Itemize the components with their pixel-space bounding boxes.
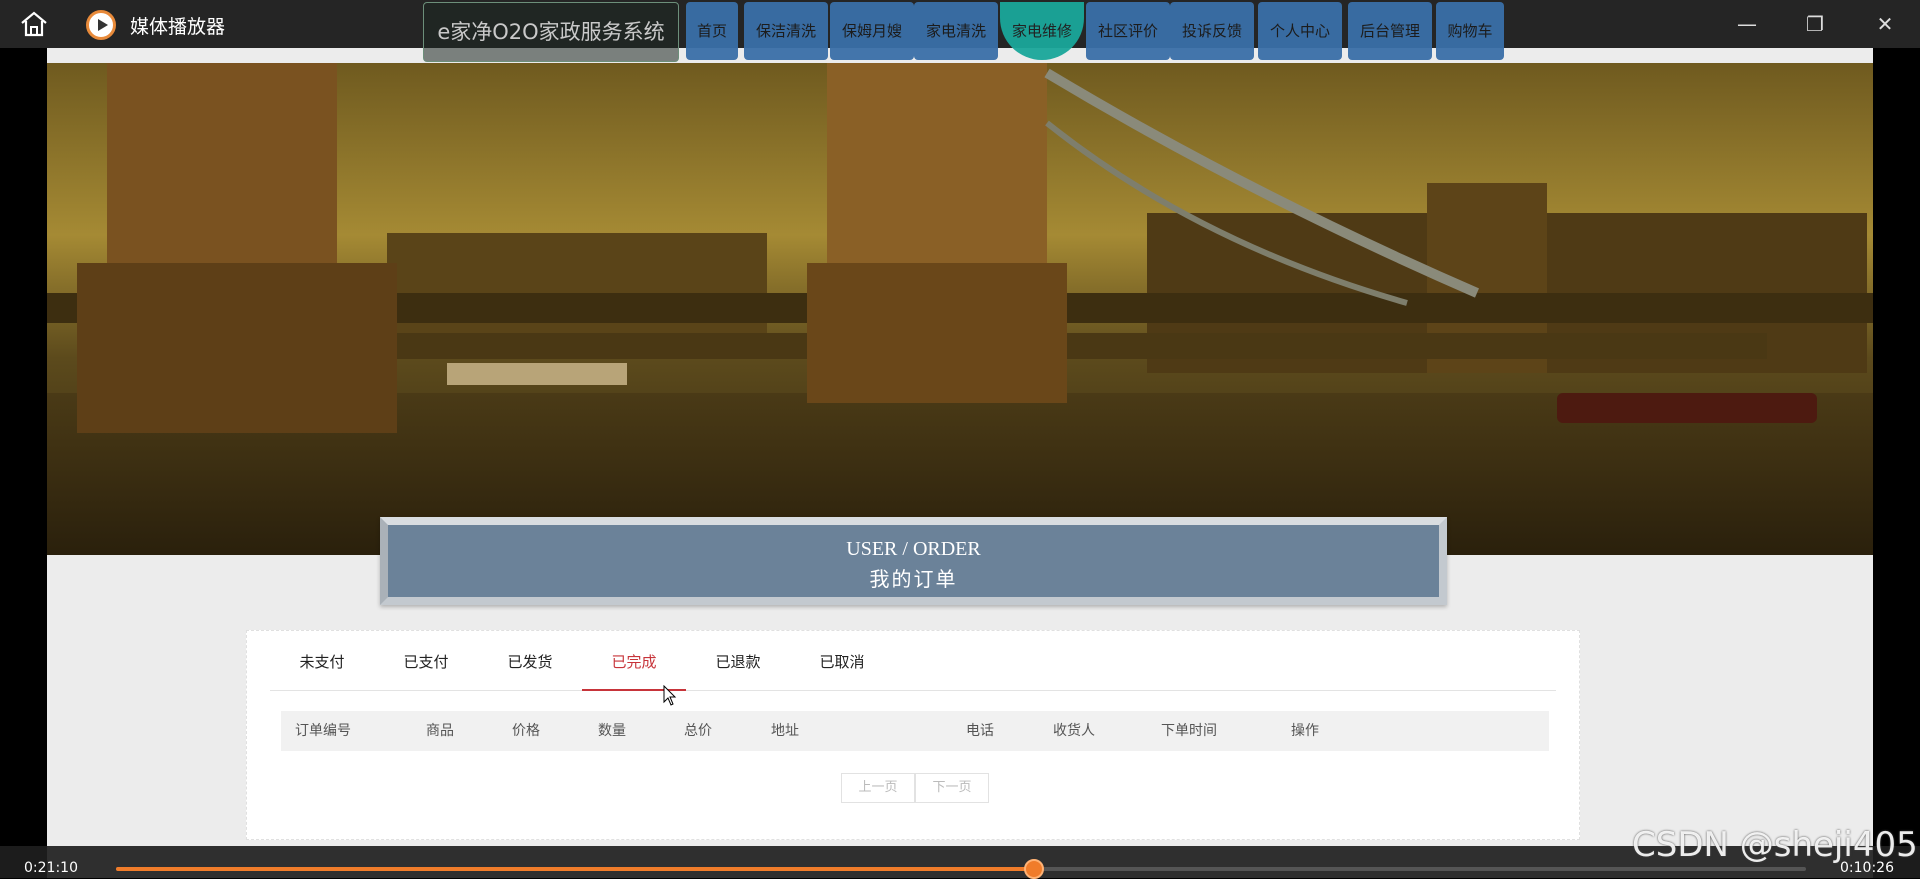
tab-completed[interactable]: 已完成 [582, 631, 686, 691]
tab-shipped[interactable]: 已发货 [478, 631, 582, 691]
site-nav: e家净O2O家政服务系统 首页 保洁清洗 保姆月嫂 家电清洗 家电维修 社区评价… [0, 0, 1920, 62]
col-actions: 操作 [1291, 723, 1319, 739]
col-recipient: 收货人 [1053, 723, 1095, 739]
order-status-tabs: 未支付 已支付 已发货 已完成 已退款 已取消 [270, 631, 1556, 691]
section-title-cn: 我的订单 [869, 569, 958, 591]
nav-cleaning[interactable]: 保洁清洗 [744, 2, 828, 60]
order-table-header: 订单编号 商品 价格 数量 总价 地址 电话 收货人 下单时间 操作 [281, 711, 1549, 751]
seek-thumb[interactable] [1023, 859, 1044, 879]
col-phone: 电话 [966, 723, 994, 739]
col-product: 商品 [426, 723, 454, 739]
nav-appliance-cleaning[interactable]: 家电清洗 [914, 2, 998, 60]
col-order-no: 订单编号 [295, 723, 351, 739]
nav-appliance-repair[interactable]: 家电维修 [1000, 2, 1084, 60]
site-logo[interactable]: e家净O2O家政服务系统 [423, 2, 679, 62]
section-title-en: USER / ORDER [846, 538, 981, 560]
watermark: CSDN @sheji405 [1632, 825, 1918, 865]
section-banner: USER / ORDER 我的订单 [380, 517, 1447, 605]
col-quantity: 数量 [598, 723, 626, 739]
nav-admin[interactable]: 后台管理 [1348, 2, 1432, 60]
current-time: 0:21:10 [24, 860, 78, 876]
tab-unpaid[interactable]: 未支付 [270, 631, 374, 691]
nav-community-review[interactable]: 社区评价 [1086, 2, 1170, 60]
mouse-cursor-icon [663, 684, 677, 707]
nav-user-center[interactable]: 个人中心 [1258, 2, 1342, 60]
tab-paid[interactable]: 已支付 [374, 631, 478, 691]
hero-banner-image [47, 63, 1873, 555]
col-price: 价格 [512, 723, 540, 739]
nav-complaints[interactable]: 投诉反馈 [1170, 2, 1254, 60]
tab-cancelled[interactable]: 已取消 [790, 631, 894, 691]
tab-refunded[interactable]: 已退款 [686, 631, 790, 691]
seek-bar-progress [116, 867, 1034, 871]
order-panel: 未支付 已支付 已发货 已完成 已退款 已取消 订单编号 商品 价格 数量 总价… [246, 630, 1580, 840]
seek-bar[interactable] [116, 859, 1806, 879]
col-total: 总价 [684, 723, 712, 739]
col-order-time: 下单时间 [1161, 723, 1217, 739]
nav-cart[interactable]: 购物车 [1436, 2, 1504, 60]
nav-nanny[interactable]: 保姆月嫂 [830, 2, 914, 60]
prev-page-button[interactable]: 上一页 [841, 773, 915, 803]
nav-home[interactable]: 首页 [686, 2, 738, 60]
col-address: 地址 [771, 723, 799, 739]
next-page-button[interactable]: 下一页 [915, 773, 989, 803]
